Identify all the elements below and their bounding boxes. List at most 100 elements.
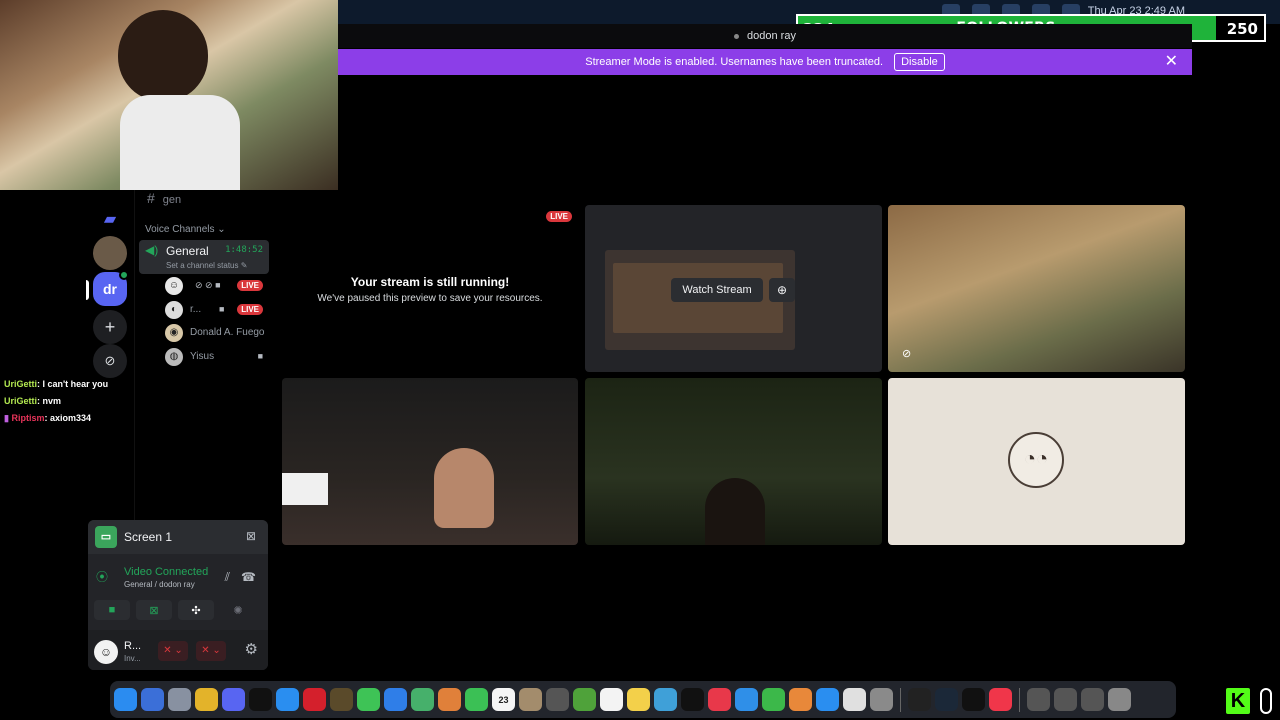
dock-notes-icon[interactable] [627, 688, 650, 711]
stop-screen-share-icon[interactable]: ⊠ [246, 529, 256, 543]
video-tile-member[interactable] [282, 378, 578, 545]
discover-icon[interactable]: ⊘ [93, 344, 127, 378]
voice-channel-general[interactable]: ◀) General 1:48:52 Set a channel status … [139, 240, 269, 274]
chat-text: : I can't hear you [37, 379, 109, 389]
dock-reminders-icon[interactable] [546, 688, 569, 711]
voice-member[interactable]: ◐ r... ■ LIVE [165, 300, 269, 320]
channel-gen[interactable]: # gen [147, 190, 181, 206]
dock-photos-icon[interactable] [438, 688, 461, 711]
user-status: Inv... [124, 654, 141, 663]
dock-minecraft-icon[interactable] [573, 688, 596, 711]
video-tile-webcam[interactable]: ⊘ [888, 205, 1185, 372]
dock-activity-icon[interactable] [908, 688, 931, 711]
voice-member[interactable]: ☺ ⊘ ⊘ ■ LIVE [165, 276, 269, 296]
user-avatar[interactable]: ☺ [94, 640, 118, 664]
dm-status-dot [734, 33, 740, 39]
window-titlebar: dodon ray [338, 24, 1192, 48]
settings-gear-icon[interactable]: ⚙ [245, 640, 258, 658]
dock-apps-icon[interactable] [168, 688, 191, 711]
dock-freeform-icon[interactable] [654, 688, 677, 711]
member-avatar: ◍ [165, 348, 183, 366]
dock-launchpad-icon[interactable] [141, 688, 164, 711]
dock-obs-icon[interactable] [330, 688, 353, 711]
dock-tiktok-icon[interactable] [249, 688, 272, 711]
watch-stream-button[interactable]: Watch Stream [671, 278, 763, 302]
video-tile-member[interactable] [585, 378, 882, 545]
activities-button[interactable]: ✣ [178, 600, 214, 620]
dock-tv-icon[interactable] [681, 688, 704, 711]
hide-video-icon[interactable]: ⊘ [902, 347, 911, 360]
voice-member[interactable]: ◉ Donald A. Fuego [165, 323, 269, 343]
screen-share-label: Screen 1 [124, 530, 173, 544]
dock-finder-icon[interactable] [114, 688, 137, 711]
share-screen-button[interactable]: ⊠ [136, 600, 172, 620]
noise-suppression-icon[interactable]: ⫽ [225, 570, 230, 585]
dock-contacts-icon[interactable] [519, 688, 542, 711]
dock-facetime-icon[interactable] [465, 688, 488, 711]
disconnect-icon[interactable]: ☎ [241, 570, 256, 584]
dock-stack-icon[interactable] [1081, 688, 1104, 711]
dock-opera-icon[interactable] [303, 688, 326, 711]
dock-pages-icon[interactable] [789, 688, 812, 711]
stream-preview-tile[interactable]: Watch Stream ⊕ [585, 205, 882, 372]
dock-trash-icon[interactable] [1108, 688, 1131, 711]
voice-channels-header[interactable]: Voice Channels ⌄ [145, 224, 226, 235]
dock-discord-icon[interactable] [222, 688, 245, 711]
channel-status[interactable]: Set a channel status ✎ [166, 261, 247, 270]
webcam-shirt [120, 95, 240, 190]
camera-button[interactable]: ■ [94, 600, 130, 620]
dock-separator [900, 687, 901, 712]
popout-stream-icon[interactable]: ⊕ [769, 278, 795, 302]
close-banner-icon[interactable]: ✕ [1165, 49, 1178, 75]
camera-icon: ■ [219, 304, 225, 314]
hash-icon: # [147, 190, 155, 206]
voice-member[interactable]: ◍ Yisus ■ [165, 347, 269, 367]
user-name[interactable]: R... [124, 640, 141, 652]
avatar-tile[interactable]: ◔◔ [888, 378, 1185, 545]
server-avatar[interactable] [93, 236, 127, 270]
chat-line: UriGetti: I can't hear you [4, 376, 134, 393]
dock-chrome-icon[interactable] [195, 688, 218, 711]
dock-mail-icon[interactable] [384, 688, 407, 711]
disable-streamer-mode-button[interactable]: Disable [894, 53, 945, 71]
streamer-webcam-overlay [0, 0, 338, 190]
live-badge: LIVE [237, 280, 263, 291]
live-badge: LIVE [237, 304, 263, 315]
direct-messages-icon[interactable]: ▰ [93, 202, 127, 236]
mute-button[interactable]: ✕ ⌄ [158, 641, 188, 661]
chat-line: ▮ Riptism: axiom334 [4, 410, 134, 427]
dock-news-icon[interactable] [708, 688, 731, 711]
person-figure [705, 478, 765, 545]
dock-maps-icon[interactable] [411, 688, 434, 711]
dock-app-store-icon[interactable] [816, 688, 839, 711]
add-server-icon[interactable]: + [93, 310, 127, 344]
dock-safari-icon[interactable] [276, 688, 299, 711]
voice-connected-label[interactable]: Video Connected [124, 566, 212, 578]
dock-downloads-icon[interactable] [1027, 688, 1050, 711]
followers-goal: 250 [1226, 20, 1258, 38]
soundboard-button[interactable]: ✺ [220, 600, 256, 620]
streamer-mode-message: Streamer Mode is enabled. Usernames have… [585, 56, 884, 68]
dock-music-icon[interactable] [989, 688, 1012, 711]
server-dr-label: dr [103, 281, 117, 297]
dock-notes-list-icon[interactable] [600, 688, 623, 711]
member-status-icons: ⊘ ⊘ ■ [195, 280, 221, 290]
dock-settings-icon[interactable] [870, 688, 893, 711]
dock-keynote-icon[interactable] [735, 688, 758, 711]
lamp-light [282, 473, 328, 505]
dock-steam-icon[interactable] [935, 688, 958, 711]
deafen-button[interactable]: ✕ ⌄ [196, 641, 226, 661]
member-name: Yisus [190, 351, 215, 362]
server-dr[interactable]: dr [93, 270, 129, 306]
dock-messages-icon[interactable] [357, 688, 380, 711]
stream-running-subtext: We've paused this preview to save your r… [317, 293, 543, 304]
selected-server-pill [86, 280, 89, 300]
dock-folder-icon[interactable] [1054, 688, 1077, 711]
member-avatar-large: ◔◔ [1008, 432, 1064, 488]
chat-user: UriGetti [4, 396, 38, 406]
dock-calendar-icon[interactable]: 23 [492, 688, 515, 711]
member-name: Donald A. Fuego [190, 327, 265, 338]
dock-numbers-icon[interactable] [762, 688, 785, 711]
dock-cursor-icon[interactable] [962, 688, 985, 711]
dock-roblox-icon[interactable] [843, 688, 866, 711]
